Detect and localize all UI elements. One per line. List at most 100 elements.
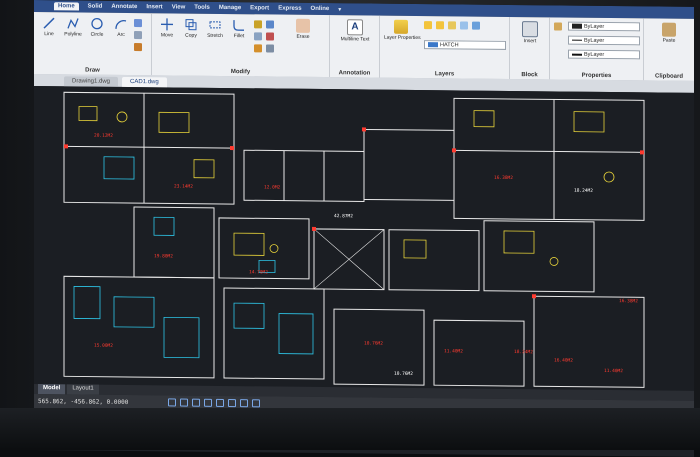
rectangle-icon[interactable]	[134, 19, 142, 28]
paste-label: Paste	[662, 37, 676, 44]
stretch-tool-button[interactable]: Stretch	[204, 18, 226, 39]
copy-label: Copy	[185, 32, 197, 39]
panel-draw: Line Polyline Circle Arc Draw	[34, 12, 152, 76]
laptop-bezel	[0, 408, 700, 450]
room-label: 16.38M2	[494, 175, 513, 181]
color-dropdown[interactable]: ByLayer	[568, 21, 640, 32]
erase-tool-button[interactable]: Erase	[292, 18, 314, 40]
polar-icon[interactable]	[204, 398, 212, 407]
furniture-yellow	[78, 106, 615, 266]
room-label: 10.76M2	[394, 371, 413, 377]
arc-tool-button[interactable]: Arc	[110, 17, 132, 38]
room-label: 42.87M2	[334, 213, 353, 219]
room-label: 23.14M2	[174, 183, 193, 189]
room-label: 16.38M2	[619, 298, 638, 304]
layer-match-icon[interactable]	[472, 21, 480, 30]
drawing-canvas[interactable]: 20.12M2 23.14M2 12.0M2 42.87M2 16.38M2 1…	[34, 86, 694, 391]
rotate-icon[interactable]	[254, 20, 262, 29]
multiline-text-label: Multiline Text	[340, 36, 370, 43]
text-icon: A	[347, 19, 363, 36]
dynamic-input-icon[interactable]	[252, 399, 260, 408]
doc-tab-cad1[interactable]: CAD1.dwg	[122, 76, 167, 88]
trim-icon[interactable]	[266, 32, 274, 41]
tab-export[interactable]: Export	[250, 5, 269, 11]
lightbulb-icon[interactable]	[424, 21, 432, 30]
layer-state-icon[interactable]	[460, 21, 468, 30]
tab-tools[interactable]: Tools	[194, 5, 210, 11]
room-label: 15.00M2	[94, 343, 113, 349]
tab-view[interactable]: View	[172, 4, 186, 10]
otrack-icon[interactable]	[228, 399, 236, 408]
circle-tool-button[interactable]: Circle	[86, 17, 108, 38]
polyline-icon	[66, 16, 80, 30]
layers-icon	[394, 19, 408, 34]
color-swatch	[572, 23, 582, 29]
multiline-text-button[interactable]: A Multiline Text	[340, 19, 370, 43]
panel-title-block: Block	[521, 72, 538, 79]
panel-title-draw: Draw	[85, 67, 100, 74]
fillet-label: Fillet	[233, 33, 245, 40]
snap-icon[interactable]	[168, 398, 176, 407]
ortho-icon[interactable]	[192, 398, 200, 407]
room-label: 18.24M2	[574, 188, 593, 194]
lineweight-swatch	[572, 53, 582, 56]
tab-insert[interactable]: Insert	[146, 4, 162, 10]
polyline-tool-button[interactable]: Polyline	[62, 16, 84, 38]
layer-color-swatch	[428, 42, 438, 48]
room-label: 11.40M2	[604, 368, 623, 374]
tab-express[interactable]: Express	[278, 6, 301, 12]
panel-annotation: A Multiline Text Annotation	[330, 15, 380, 78]
layer-dropdown[interactable]: HATCH	[424, 40, 506, 50]
panel-title-clipboard: Clipboard	[655, 73, 683, 80]
ribbon-options-icon[interactable]: ▾	[338, 6, 341, 13]
room-label: 19.80M2	[154, 253, 173, 259]
layer-properties-button[interactable]: Layer Properties	[384, 19, 421, 41]
line-tool-button[interactable]: Line	[38, 16, 60, 37]
insert-block-button[interactable]: Insert	[519, 21, 541, 44]
layout-tab-model[interactable]: Model	[38, 384, 66, 395]
linetype-value: ByLayer	[584, 37, 605, 44]
color-value: ByLayer	[584, 23, 605, 30]
tab-annotate[interactable]: Annotate	[111, 4, 137, 10]
lineweight-toggle-icon[interactable]	[240, 399, 248, 408]
match-properties-icon[interactable]	[554, 22, 562, 31]
copy-tool-button[interactable]: Copy	[180, 18, 202, 39]
insert-block-icon	[522, 21, 538, 38]
move-tool-button[interactable]: Move	[156, 17, 178, 38]
arc-icon	[114, 17, 128, 31]
clipboard-icon	[662, 22, 676, 37]
lock-icon[interactable]	[448, 21, 456, 30]
panel-clipboard: Paste Clipboard	[644, 18, 694, 81]
sun-icon[interactable]	[436, 21, 444, 30]
paste-button[interactable]: Paste	[658, 22, 680, 44]
hatch-icon[interactable]	[134, 31, 142, 40]
room-labels: 20.12M2 23.14M2 12.0M2 42.87M2 16.38M2 1…	[94, 133, 638, 377]
osnap-icon[interactable]	[216, 398, 224, 407]
fillet-tool-button[interactable]: Fillet	[228, 18, 250, 39]
offset-icon[interactable]	[254, 44, 262, 53]
walls	[63, 91, 645, 388]
room-label: 12.0M2	[264, 184, 281, 190]
tab-home[interactable]: Home	[54, 2, 79, 11]
linetype-dropdown[interactable]: ByLayer	[568, 35, 640, 46]
mirror-icon[interactable]	[266, 20, 274, 29]
panel-block: Insert Block	[510, 16, 550, 80]
array-icon[interactable]	[266, 44, 274, 53]
fillet-icon	[232, 18, 246, 32]
current-layer-value: HATCH	[440, 42, 459, 49]
move-label: Move	[160, 32, 174, 39]
scale-icon[interactable]	[254, 32, 262, 41]
circle-icon	[90, 17, 104, 31]
doc-tab-drawing1[interactable]: Drawing1.dwg	[64, 76, 119, 87]
layout-tab-layout1[interactable]: Layout1	[67, 384, 99, 395]
spline-icon[interactable]	[134, 43, 142, 52]
lineweight-dropdown[interactable]: ByLayer	[568, 49, 640, 60]
room-label: 11.40M2	[444, 348, 463, 354]
tab-solid[interactable]: Solid	[88, 4, 103, 10]
arc-label: Arc	[117, 31, 125, 38]
linetype-swatch	[572, 39, 582, 41]
stretch-label: Stretch	[207, 32, 223, 39]
tab-online[interactable]: Online	[311, 6, 330, 12]
grid-icon[interactable]	[180, 398, 188, 407]
tab-manage[interactable]: Manage	[219, 5, 241, 11]
